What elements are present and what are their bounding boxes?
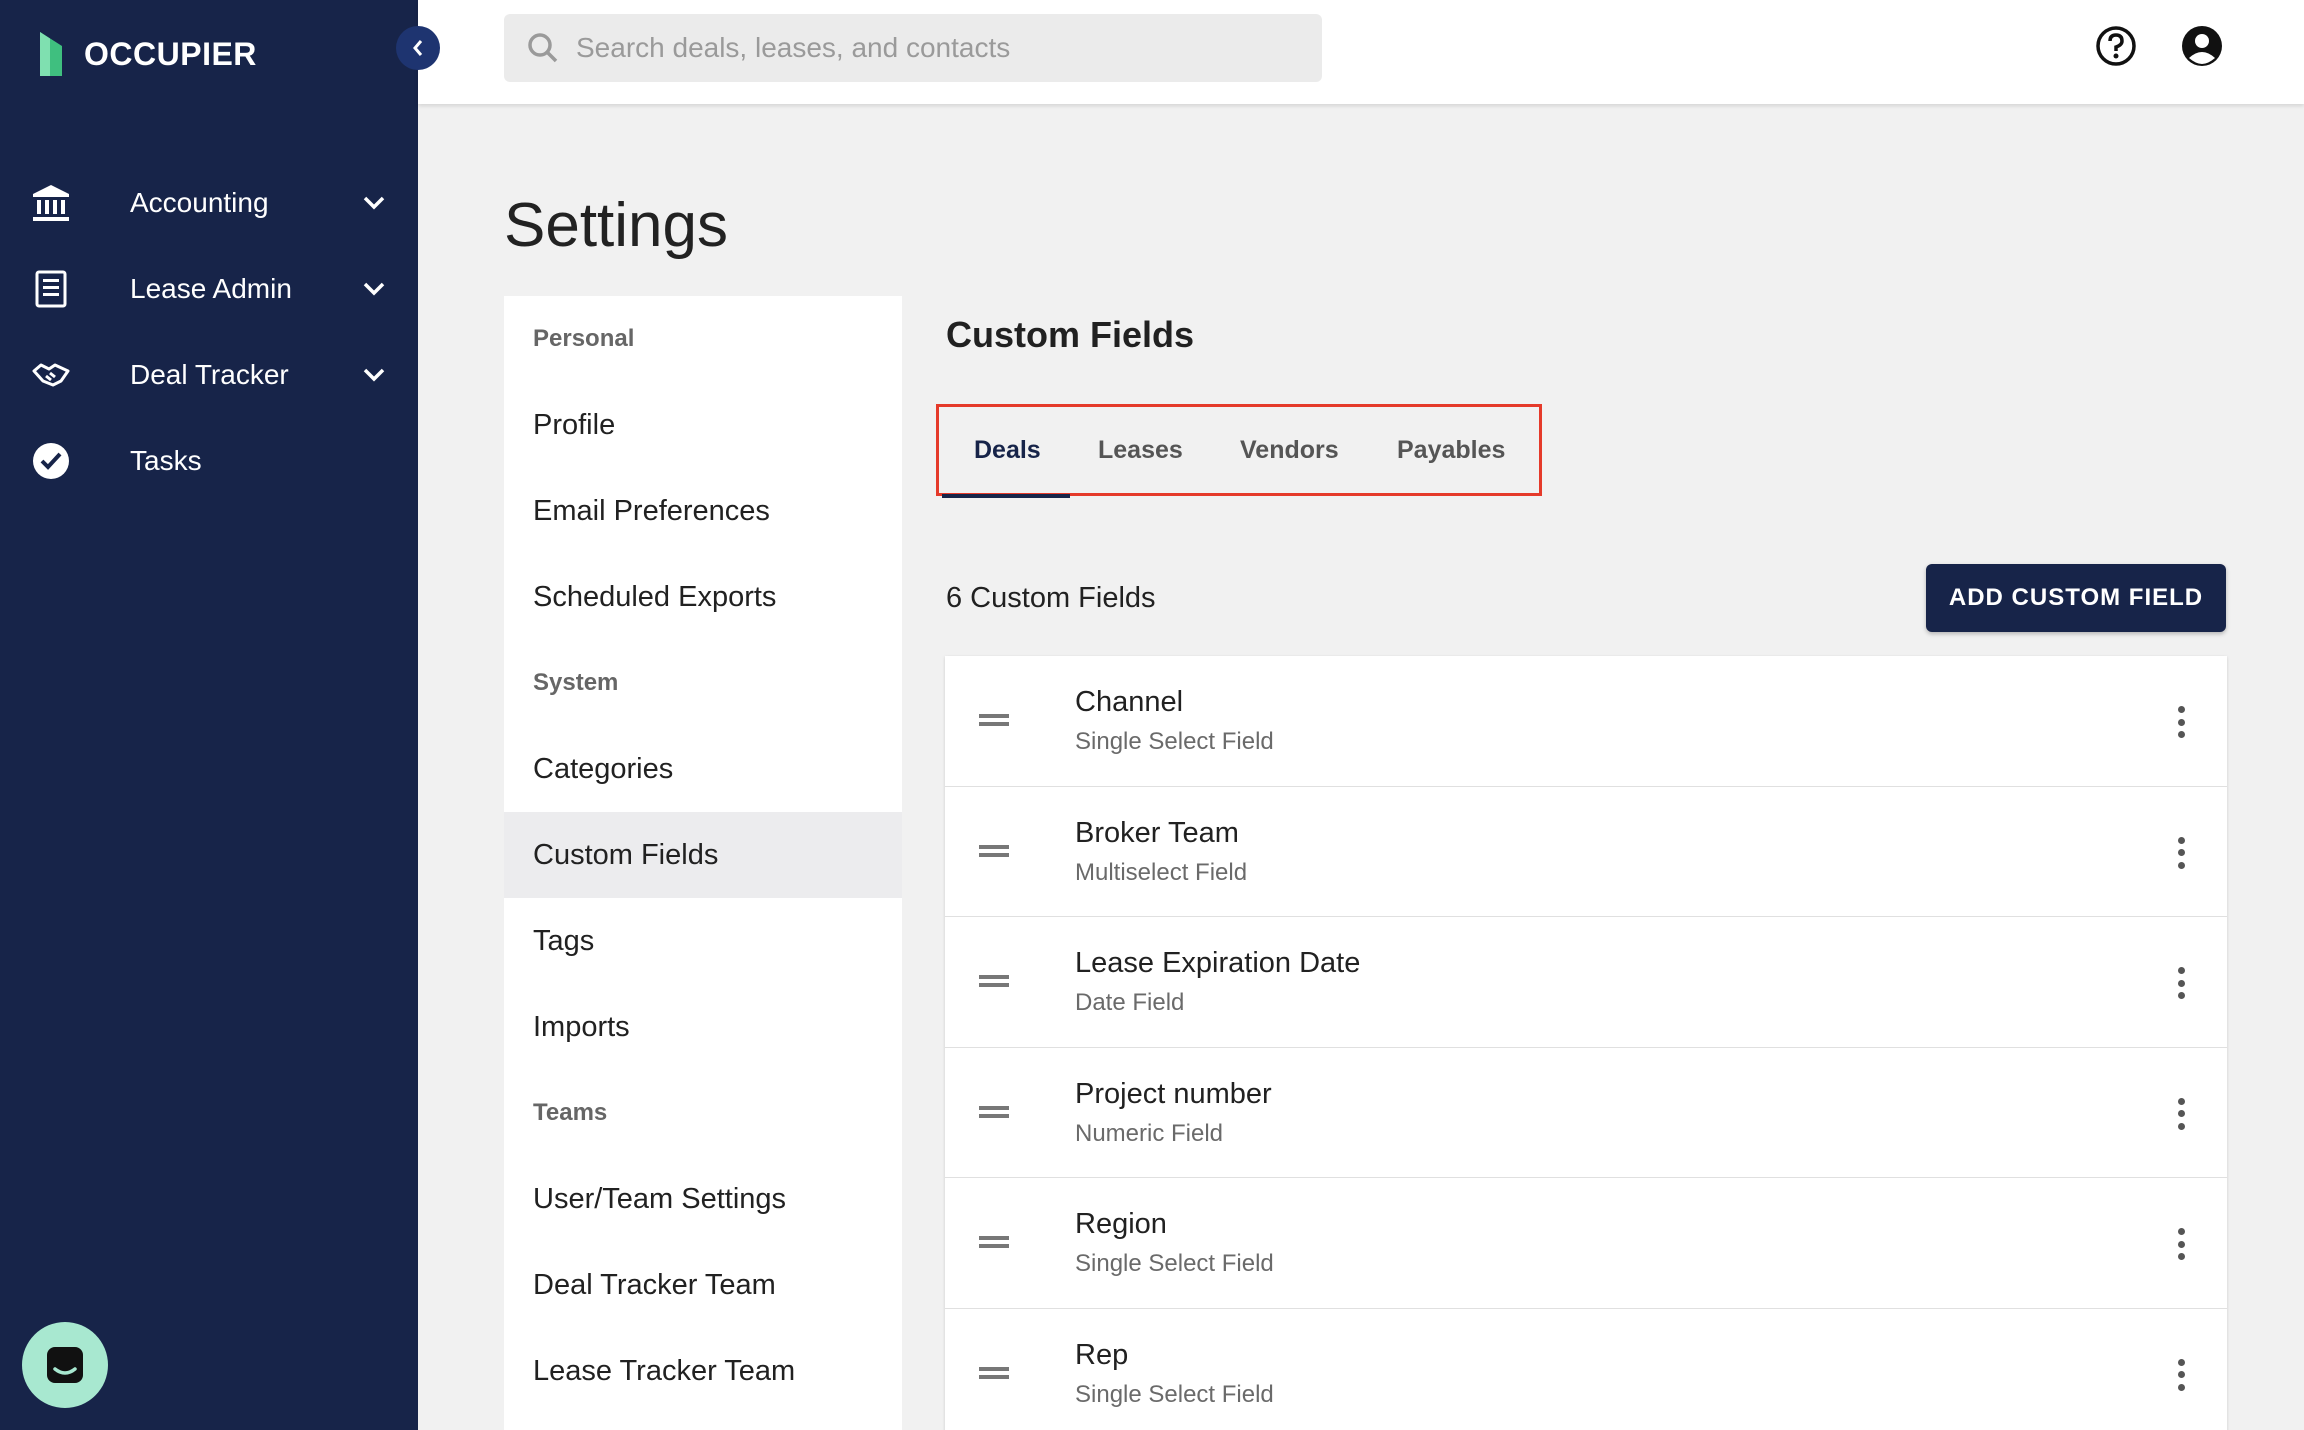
tab-payables[interactable]: Payables: [1397, 436, 1505, 465]
tab-deals[interactable]: Deals: [974, 436, 1041, 465]
drag-handle-icon[interactable]: [979, 1104, 1009, 1120]
settings-item-profile[interactable]: Profile: [504, 382, 902, 468]
custom-fields-list: Channel Single Select Field Broker Team …: [945, 656, 2227, 1430]
more-options-icon[interactable]: [2163, 702, 2199, 742]
drag-handle-icon[interactable]: [979, 1234, 1009, 1250]
settings-item-categories[interactable]: Categories: [504, 726, 902, 812]
field-type: Numeric Field: [1075, 1119, 1224, 1147]
more-options-icon[interactable]: [2163, 963, 2199, 1003]
field-name: Channel: [1075, 686, 1184, 718]
account-icon[interactable]: [2180, 24, 2224, 68]
drag-handle-icon[interactable]: [979, 843, 1009, 859]
settings-section-system: System: [533, 669, 619, 696]
handshake-icon: [30, 354, 72, 396]
document-icon: [30, 268, 72, 310]
chevron-down-icon[interactable]: [356, 357, 392, 393]
sidebar-item-lease-admin[interactable]: Lease Admin: [0, 246, 418, 332]
list-item[interactable]: Region Single Select Field: [945, 1178, 2227, 1309]
chevron-down-icon[interactable]: [356, 271, 392, 307]
field-type: Single Select Field: [1075, 728, 1274, 755]
sidebar-item-tasks[interactable]: Tasks: [0, 418, 418, 504]
search-input[interactable]: [576, 32, 1296, 64]
sidebar-item-accounting[interactable]: Accounting: [0, 160, 418, 246]
sidebar: OCCUPIER Accounting Lease Admin Deal Tra…: [0, 0, 418, 1430]
settings-item-tags[interactable]: Tags: [504, 898, 902, 984]
sidebar-item-label: Deal Tracker: [130, 359, 289, 390]
help-icon[interactable]: [2094, 24, 2138, 68]
chat-icon: [47, 1347, 83, 1383]
app-name: OCCUPIER: [84, 35, 257, 72]
chevron-left-icon: [413, 40, 423, 56]
field-name: Project number: [1075, 1077, 1272, 1110]
page-title: Settings: [504, 191, 729, 260]
field-name: Region: [1075, 1208, 1167, 1240]
more-options-icon[interactable]: [2163, 1094, 2199, 1134]
list-item[interactable]: Broker Team Multiselect Field: [945, 787, 2227, 917]
chevron-down-icon[interactable]: [356, 185, 392, 221]
drag-handle-icon[interactable]: [979, 973, 1009, 989]
sidebar-item-label: Lease Admin: [130, 273, 292, 304]
chat-launcher-button[interactable]: [22, 1322, 108, 1408]
more-options-icon[interactable]: [2163, 1355, 2199, 1395]
search-bar[interactable]: [504, 14, 1322, 82]
field-name: Broker Team: [1075, 816, 1239, 849]
settings-item-lease-tracker-team[interactable]: Lease Tracker Team: [504, 1328, 902, 1414]
search-icon: [524, 29, 562, 67]
settings-item-scheduled-exports[interactable]: Scheduled Exports: [504, 554, 902, 640]
occupier-logo-icon: [40, 32, 62, 76]
sidebar-item-deal-tracker[interactable]: Deal Tracker: [0, 332, 418, 418]
top-bar: [418, 0, 2304, 104]
sidebar-item-label: Tasks: [130, 445, 202, 476]
list-item[interactable]: Lease Expiration Date Date Field: [945, 917, 2227, 1048]
settings-item-email-preferences[interactable]: Email Preferences: [504, 468, 902, 554]
field-type: Single Select Field: [1075, 1380, 1274, 1408]
sidebar-item-label: Accounting: [130, 187, 269, 218]
settings-item-user-team-settings[interactable]: User/Team Settings: [504, 1156, 902, 1242]
field-type: Multiselect Field: [1075, 858, 1248, 886]
list-item[interactable]: Rep Single Select Field: [945, 1309, 2227, 1430]
list-item[interactable]: Channel Single Select Field: [945, 656, 2227, 787]
check-circle-icon: [30, 440, 72, 482]
tab-vendors[interactable]: Vendors: [1240, 436, 1339, 465]
settings-item-custom-fields[interactable]: Custom Fields: [504, 812, 902, 898]
active-tab-indicator: [942, 494, 1070, 498]
more-options-icon[interactable]: [2163, 833, 2199, 873]
settings-item-deal-tracker-team[interactable]: Deal Tracker Team: [504, 1242, 902, 1328]
logo[interactable]: OCCUPIER: [36, 26, 257, 82]
tab-leases[interactable]: Leases: [1098, 436, 1183, 465]
collapse-sidebar-button[interactable]: [396, 26, 440, 70]
more-options-icon[interactable]: [2163, 1224, 2199, 1264]
add-custom-field-button[interactable]: ADD CUSTOM FIELD: [1926, 564, 2226, 632]
custom-fields-count: 6 Custom Fields: [946, 582, 1156, 614]
drag-handle-icon[interactable]: [979, 712, 1009, 728]
settings-section-teams: Teams: [533, 1099, 608, 1126]
sidebar-nav: Accounting Lease Admin Deal Tracker Task…: [0, 160, 418, 504]
settings-menu: Personal Profile Email Preferences Sched…: [504, 296, 902, 1430]
field-name: Rep: [1075, 1338, 1129, 1371]
list-item[interactable]: Project number Numeric Field: [945, 1048, 2227, 1178]
field-type: Single Select Field: [1075, 1250, 1274, 1277]
settings-section-personal: Personal: [533, 325, 635, 352]
drag-handle-icon[interactable]: [979, 1365, 1009, 1381]
bank-icon: [30, 182, 72, 224]
settings-item-imports[interactable]: Imports: [504, 984, 902, 1070]
field-name: Lease Expiration Date: [1075, 947, 1361, 979]
field-type: Date Field: [1075, 989, 1185, 1016]
panel-title: Custom Fields: [946, 314, 1195, 355]
